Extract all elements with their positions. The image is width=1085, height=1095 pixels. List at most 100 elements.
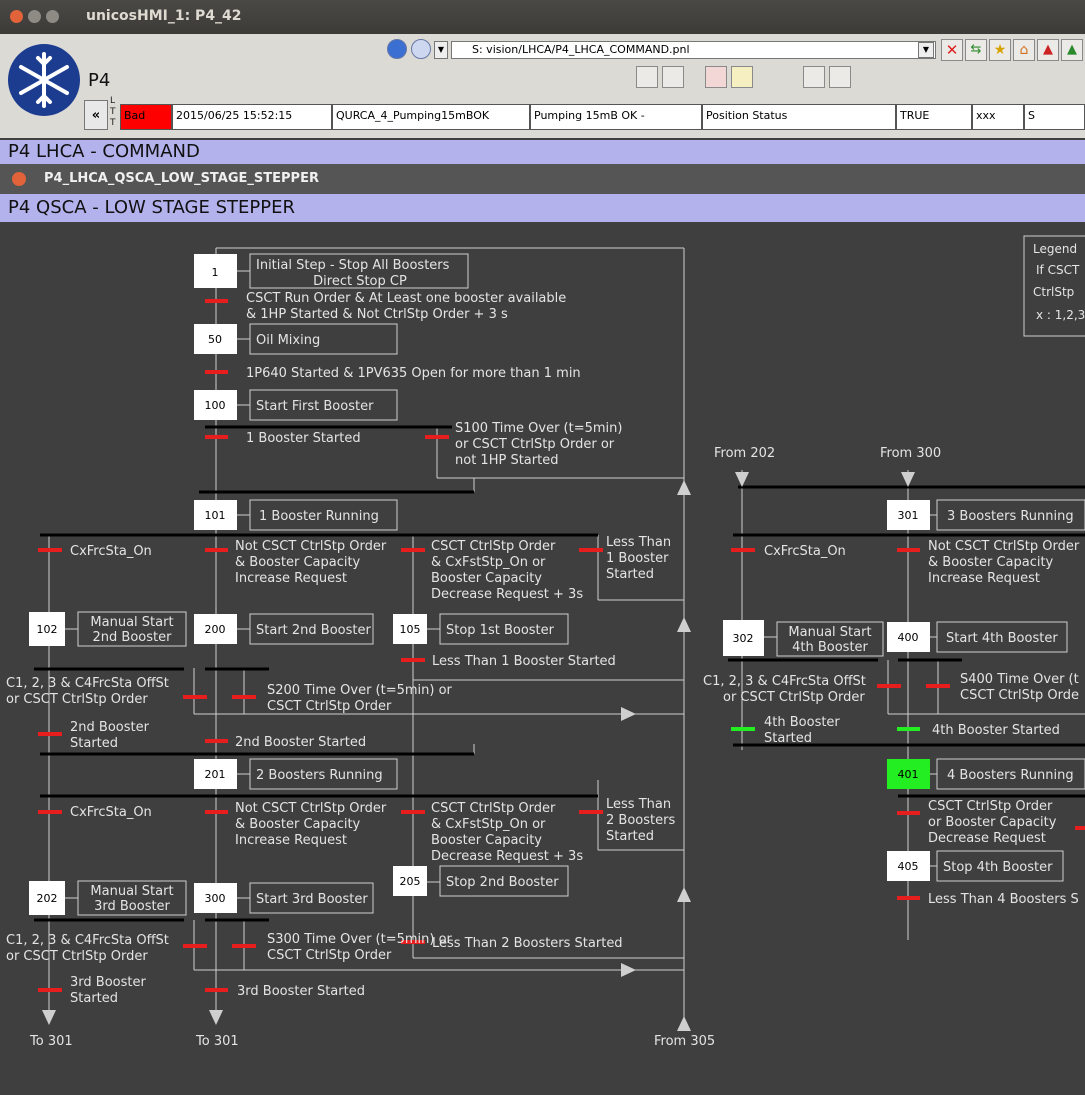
- step-205-label: Stop 2nd Booster: [446, 875, 559, 890]
- document-icon[interactable]: [636, 66, 658, 88]
- subpanel-titlebar: P4_LHCA_QSCA_LOW_STAGE_STEPPER: [0, 164, 1085, 194]
- trend-icon[interactable]: ▲: [1061, 39, 1083, 61]
- console-icon[interactable]: [829, 66, 851, 88]
- step-101[interactable]: 101: [194, 500, 237, 530]
- ref-from-202[interactable]: From 202: [714, 446, 775, 461]
- transition-101b-condition-2: & Booster Capacity: [235, 555, 361, 570]
- svg-text:301: 301: [898, 509, 919, 522]
- svg-text:1: 1: [212, 266, 219, 279]
- subpanel-title: P4_LHCA_QSCA_LOW_STAGE_STEPPER: [44, 171, 319, 186]
- step-200[interactable]: 200: [194, 614, 237, 644]
- stepper-title: P4 QSCA - LOW STAGE STEPPER: [0, 194, 1085, 222]
- panel-name: P4: [88, 70, 111, 91]
- collapse-button[interactable]: «: [84, 100, 108, 130]
- step-400[interactable]: 400: [887, 622, 930, 652]
- minimize-window-icon[interactable]: [28, 10, 41, 23]
- alarm-list-icon[interactable]: [705, 66, 727, 88]
- back-icon[interactable]: [387, 39, 407, 59]
- transition-101b-condition-3: Increase Request: [235, 571, 347, 586]
- step-401-label: 4 Boosters Running: [947, 768, 1074, 783]
- ref-from-305[interactable]: From 305: [654, 1034, 715, 1049]
- transition-302a-condition-2: or CSCT CtrlStp Order: [723, 690, 865, 705]
- close-panel-icon[interactable]: ✕: [941, 39, 963, 61]
- step-302[interactable]: 302: [723, 620, 764, 656]
- svg-text:102: 102: [37, 623, 58, 636]
- step-202-sublabel: 3rd Booster: [94, 899, 170, 914]
- transition-405-condition: Less Than 4 Boosters S: [928, 892, 1079, 907]
- refresh-icon[interactable]: ⇆: [965, 39, 987, 61]
- alarm-domain[interactable]: Position Status: [702, 104, 896, 130]
- transition-100a-condition: 1 Booster Started: [246, 431, 361, 446]
- alarm-extra2[interactable]: S: [1024, 104, 1085, 130]
- ref-from-300[interactable]: From 300: [880, 446, 941, 461]
- legend-line-1: If CSCT: [1036, 263, 1080, 277]
- step-1[interactable]: 1: [194, 254, 237, 288]
- transition-201b-condition-3: Increase Request: [235, 833, 347, 848]
- transition-101c-condition-3: Booster Capacity: [431, 571, 542, 586]
- transition-202a-condition: C1, 2, 3 & C4FrcSta OffSt: [6, 933, 169, 948]
- alarm-status[interactable]: Bad: [120, 104, 172, 130]
- transition-201b-condition-2: & Booster Capacity: [235, 817, 361, 832]
- step-1-label: Initial Step - Stop All Boosters: [256, 258, 450, 273]
- report-icon[interactable]: [662, 66, 684, 88]
- transition-102a-condition-2: or CSCT CtrlStp Order: [6, 692, 148, 707]
- diagnostic-icon[interactable]: [803, 66, 825, 88]
- svg-text:300: 300: [205, 892, 226, 905]
- step-202[interactable]: 202: [29, 881, 65, 915]
- step-201[interactable]: 201: [194, 759, 237, 789]
- step-300-label: Start 3rd Booster: [256, 892, 368, 907]
- svg-text:200: 200: [205, 623, 226, 636]
- transition-302a-condition: C1, 2, 3 & C4FrcSta OffSt: [703, 674, 866, 689]
- transition-201a-condition: CxFrcSta_On: [70, 805, 152, 820]
- grafcet-diagram: 1 50 100 101 102 200 105 201 202 300 205…: [6, 235, 1085, 1049]
- step-401-active[interactable]: 401: [887, 759, 930, 789]
- alarm-timestamp[interactable]: 2015/06/25 15:52:15: [172, 104, 332, 130]
- transition-201b-condition: Not CSCT CtrlStp Order: [235, 801, 387, 816]
- alarm-value[interactable]: TRUE: [896, 104, 972, 130]
- favorite-icon[interactable]: ★: [989, 39, 1011, 61]
- legend-title: Legend: [1033, 242, 1077, 256]
- transition-300a-condition: 3rd Booster Started: [237, 984, 365, 999]
- step-100[interactable]: 100: [194, 390, 237, 420]
- transition-300b-condition-2: CSCT CtrlStp Order: [267, 948, 392, 963]
- close-window-icon[interactable]: [10, 10, 23, 23]
- transition-101d-condition-3: Started: [606, 567, 654, 582]
- maximize-window-icon[interactable]: [46, 10, 59, 23]
- panel-path-input[interactable]: S: vision/LHCA/P4_LHCA_COMMAND.pnl: [451, 41, 936, 59]
- alarm-extra1[interactable]: xxx: [972, 104, 1024, 130]
- step-205[interactable]: 205: [393, 866, 427, 896]
- alarm-icon[interactable]: ▲: [1037, 39, 1059, 61]
- svg-text:400: 400: [898, 631, 919, 644]
- transition-1-condition: CSCT Run Order & At Least one booster av…: [246, 291, 566, 306]
- url-dropdown-icon[interactable]: ▼: [918, 42, 934, 58]
- step-102[interactable]: 102: [29, 612, 65, 646]
- step-302-label: Manual Start: [788, 625, 871, 640]
- step-100-label: Start First Booster: [256, 399, 374, 414]
- step-405[interactable]: 405: [887, 851, 930, 881]
- transition-201c-condition: CSCT CtrlStp Order: [431, 801, 556, 816]
- svg-text:205: 205: [400, 875, 421, 888]
- ref-to-301-left[interactable]: To 301: [29, 1034, 73, 1049]
- transition-101a-condition: CxFrcSta_On: [70, 544, 152, 559]
- ref-to-301-center[interactable]: To 301: [195, 1034, 239, 1049]
- transition-102a-condition: C1, 2, 3 & C4FrcSta OffSt: [6, 676, 169, 691]
- step-105[interactable]: 105: [393, 614, 427, 644]
- alarm-description[interactable]: Pumping 15mB OK -: [530, 104, 702, 130]
- svg-text:50: 50: [208, 333, 222, 346]
- close-subpanel-icon[interactable]: [12, 172, 26, 186]
- event-list-icon[interactable]: [731, 66, 753, 88]
- transition-100b-condition-2: or CSCT CtrlStp Order or: [455, 437, 615, 452]
- forward-icon[interactable]: [411, 39, 431, 59]
- transition-50-condition: 1P640 Started & 1PV635 Open for more tha…: [246, 366, 581, 381]
- transition-201d-condition-3: Started: [606, 829, 654, 844]
- home-icon[interactable]: ⌂: [1013, 39, 1035, 61]
- step-300[interactable]: 300: [194, 883, 237, 913]
- history-dropdown-icon[interactable]: ▼: [434, 41, 448, 59]
- svg-text:100: 100: [205, 399, 226, 412]
- transition-102b-condition-2: Started: [70, 736, 118, 751]
- transition-200b-condition: S200 Time Over (t=5min) or: [267, 683, 453, 698]
- step-50[interactable]: 50: [194, 324, 237, 354]
- step-301[interactable]: 301: [887, 500, 930, 530]
- alarm-object[interactable]: QURCA_4_Pumping15mBOK: [332, 104, 530, 130]
- transition-201d-condition-2: 2 Boosters: [606, 813, 675, 828]
